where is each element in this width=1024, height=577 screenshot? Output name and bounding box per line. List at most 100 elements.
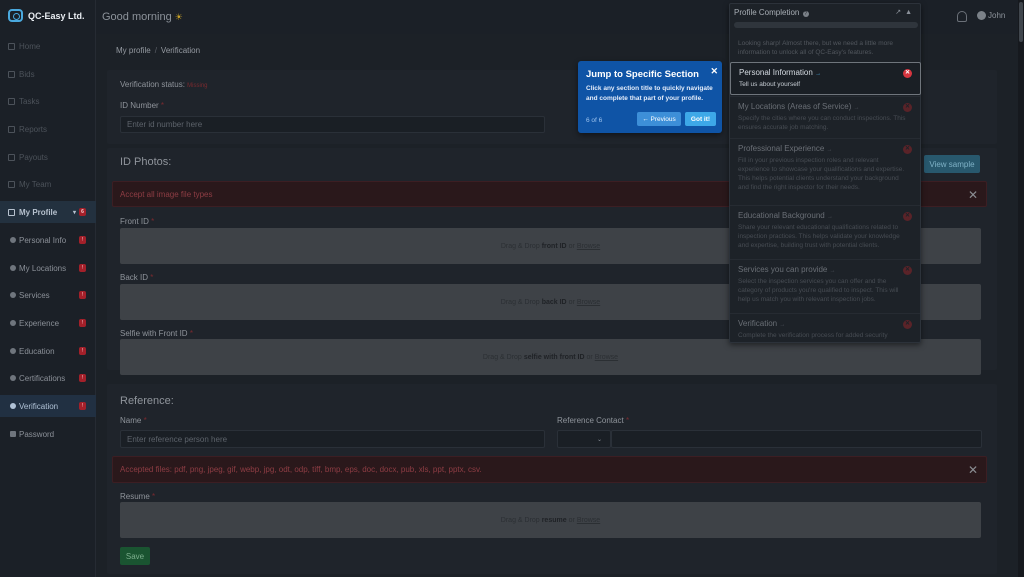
reference-contact-input[interactable]: [611, 430, 982, 448]
incomplete-icon: ✕: [903, 69, 912, 78]
id-photos-heading: ID Photos:: [120, 156, 172, 168]
sidebar-item-label: Personal Info: [19, 235, 67, 245]
dropzone-target: resume: [541, 516, 567, 524]
save-button[interactable]: Save: [120, 547, 150, 565]
accepted-files-alert: Accepted files: pdf, png, jpeg, gif, web…: [112, 456, 987, 483]
tour-popover: Jump to Specific Section ✕ Click any sec…: [578, 61, 722, 133]
chevron-down-icon: ⌄: [596, 436, 602, 443]
logo[interactable]: QC-Easy Ltd.: [8, 9, 85, 22]
sidebar-item-home[interactable]: Home: [0, 35, 96, 57]
back-id-label-text: Back ID: [120, 273, 149, 282]
section-title[interactable]: My Locations (Areas of Service) →: [738, 102, 912, 111]
sidebar-item-reports[interactable]: Reports: [0, 118, 96, 140]
collapse-icon[interactable]: ▲: [905, 9, 916, 16]
reports-icon: [8, 125, 15, 133]
alert-text: Accepted files: pdf, png, jpeg, gif, web…: [120, 465, 482, 474]
or-text: or: [568, 298, 575, 306]
section-title[interactable]: Verification →: [738, 319, 912, 328]
completion-progress-bar: [734, 22, 918, 28]
dropzone-target: front ID: [541, 242, 567, 250]
required-marker: *: [150, 273, 154, 282]
scrollbar[interactable]: [1018, 0, 1024, 577]
browse-link[interactable]: Browse: [577, 243, 600, 250]
section-title[interactable]: Services you can provide →: [738, 265, 912, 274]
close-icon[interactable]: ✕: [968, 188, 978, 202]
sidebar-item-payouts[interactable]: Payouts: [0, 146, 96, 168]
arrow-right-icon: →: [853, 105, 860, 111]
incomplete-icon: ✕: [903, 145, 912, 154]
section-personal-information[interactable]: Personal Information → Tell us about you…: [730, 62, 921, 95]
person-icon: [10, 237, 16, 243]
user-menu[interactable]: John: [977, 11, 1005, 20]
incomplete-icon: ✕: [903, 103, 912, 112]
section-title-text: Verification: [738, 319, 778, 328]
sidebar-item-label: Reports: [19, 124, 48, 134]
section-title[interactable]: Educational Background →: [738, 211, 912, 220]
section-educational-background[interactable]: Educational Background → Share your rele…: [730, 205, 920, 258]
or-text: or: [586, 353, 593, 361]
dropzone-target: back ID: [541, 298, 567, 306]
breadcrumb-parent[interactable]: My profile: [116, 46, 151, 55]
section-title-text: Personal Information: [739, 68, 813, 77]
certificate-icon: [10, 375, 16, 381]
browse-link[interactable]: Browse: [595, 354, 618, 361]
selfie-dropzone[interactable]: Drag & Drop selfie with front ID or Browse: [120, 339, 981, 375]
sidebar: QC-Easy Ltd. Home Bids Tasks Reports Pay…: [0, 0, 96, 577]
resume-label-text: Resume: [120, 492, 150, 501]
sidebar-item-label: Bids: [19, 69, 35, 79]
sidebar-item-education[interactable]: Education !: [0, 340, 96, 362]
resume-label: Resume *: [120, 492, 155, 501]
sidebar-item-my-team[interactable]: My Team: [0, 173, 96, 195]
sidebar-item-certifications[interactable]: Certifications !: [0, 367, 96, 389]
sidebar-item-label: Tasks: [19, 96, 40, 106]
view-sample-button[interactable]: View sample: [924, 155, 980, 173]
section-verification[interactable]: Verification → Complete the verification…: [730, 313, 920, 343]
sidebar-item-services[interactable]: Services !: [0, 284, 96, 306]
section-services[interactable]: Services you can provide → Select the in…: [730, 259, 920, 312]
sidebar-item-label: My Profile: [19, 207, 58, 217]
sidebar-item-experience[interactable]: Experience !: [0, 312, 96, 334]
section-title[interactable]: Personal Information →: [739, 68, 912, 77]
reference-contact-label: Reference Contact *: [557, 416, 629, 425]
dropzone-target: selfie with front ID: [523, 353, 585, 361]
scrollbar-thumb[interactable]: [1019, 2, 1023, 42]
arrow-right-icon: →: [815, 71, 822, 77]
browse-link[interactable]: Browse: [577, 299, 600, 306]
warning-badge: !: [79, 319, 86, 327]
required-marker: *: [625, 416, 630, 425]
expand-icon[interactable]: ↗: [895, 9, 905, 16]
sidebar-item-personal-info[interactable]: Personal Info !: [0, 229, 96, 251]
check-circle-icon: [10, 403, 16, 409]
sidebar-item-label: Payouts: [19, 152, 48, 162]
section-my-locations[interactable]: My Locations (Areas of Service) → Specif…: [730, 96, 920, 136]
reference-name-input[interactable]: Enter reference person here: [120, 430, 545, 448]
selfie-label: Selfie with Front ID *: [120, 329, 193, 338]
sidebar-item-password[interactable]: Password: [0, 423, 96, 445]
previous-button[interactable]: ← Previous: [637, 112, 681, 126]
sidebar-item-label: My Team: [19, 179, 52, 189]
profile-completion-panel: Profile Completion ? ↗▲ Looking sharp! A…: [729, 3, 921, 343]
sidebar-item-verification[interactable]: Verification !: [0, 395, 96, 417]
sidebar-item-label: Services: [19, 290, 50, 300]
or-text: or: [568, 242, 575, 250]
incomplete-icon: ✕: [903, 212, 912, 221]
help-icon[interactable]: ?: [802, 11, 809, 17]
bell-icon[interactable]: [957, 11, 967, 22]
sidebar-item-bids[interactable]: Bids: [0, 63, 96, 85]
sidebar-item-label: Education: [19, 346, 55, 356]
browse-link[interactable]: Browse: [577, 517, 600, 524]
sidebar-item-tasks[interactable]: Tasks: [0, 90, 96, 112]
sidebar-item-my-locations[interactable]: My Locations !: [0, 257, 96, 279]
section-professional-experience[interactable]: Professional Experience → Fill in your p…: [730, 138, 920, 204]
close-icon[interactable]: ✕: [968, 463, 978, 477]
got-it-button[interactable]: Got it!: [685, 112, 716, 126]
close-icon[interactable]: ✕: [710, 66, 718, 77]
country-code-select[interactable]: ⌄: [557, 430, 611, 448]
section-title[interactable]: Professional Experience →: [738, 144, 912, 153]
sidebar-item-my-profile[interactable]: My Profile ▾ 6: [0, 201, 96, 223]
required-marker: *: [189, 329, 193, 338]
completion-header: Profile Completion ?: [734, 8, 809, 17]
sidebar-item-label: Home: [19, 41, 41, 51]
id-number-input[interactable]: Enter id number here: [120, 116, 545, 133]
resume-dropzone[interactable]: Drag & Drop resume or Browse: [120, 502, 981, 538]
